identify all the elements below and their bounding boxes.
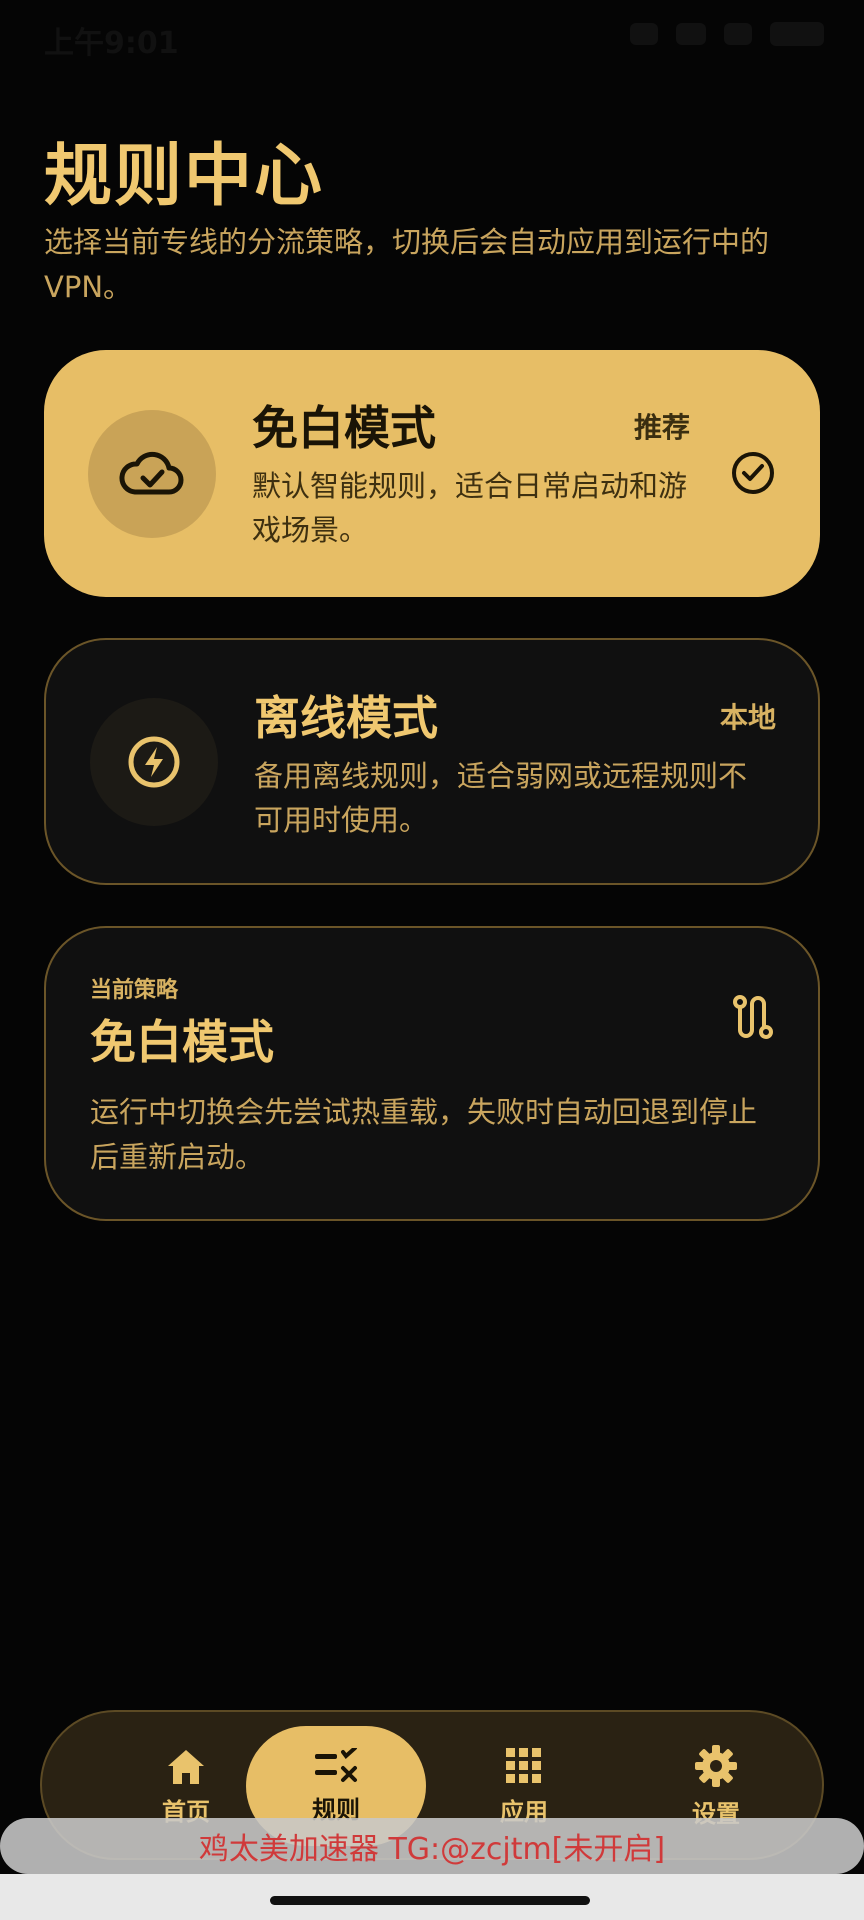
signal-icon	[676, 23, 706, 45]
mode-icon-circle	[90, 698, 218, 826]
floating-toast[interactable]: 鸡太美加速器 TG:@zcjtm[未开启]	[0, 1818, 864, 1874]
battery-icon	[770, 22, 824, 46]
route-icon	[733, 995, 773, 1039]
gesture-bar[interactable]	[270, 1896, 590, 1905]
status-icons	[630, 22, 824, 46]
page-title: 规则中心	[44, 137, 325, 216]
strategy-title: 免白模式	[90, 1015, 274, 1069]
home-icon	[168, 1749, 204, 1784]
wifi-icon	[724, 23, 752, 45]
mode-description: 默认智能规则，适合日常启动和游戏场景。	[252, 469, 688, 547]
page-subtitle: 选择当前专线的分流策略，切换后会自动应用到运行中的VPN。	[44, 225, 770, 304]
bolt-icon	[128, 736, 180, 788]
cloud-check-icon	[119, 451, 184, 495]
mode-description: 备用离线规则，适合弱网或远程规则不可用时使用。	[254, 759, 748, 837]
rules-icon	[315, 1747, 357, 1782]
gear-icon	[695, 1744, 737, 1787]
status-time: 上午9:01	[44, 26, 179, 61]
status-bar: 上午9:01	[0, 0, 864, 80]
mode-card-offline[interactable]: 离线模式 本地 备用离线规则，适合弱网或远程规则不可用时使用。	[44, 638, 820, 885]
mode-badge: 本地	[719, 701, 776, 734]
mode-title: 免白模式	[252, 401, 436, 455]
mode-badge: 推荐	[633, 411, 690, 444]
strategy-label: 当前策略	[90, 978, 179, 1003]
current-strategy-card: 当前策略 免白模式 运行中切换会先尝试热重载，失败时自动回退到停止后重新启动。	[44, 926, 820, 1221]
mode-card-free[interactable]: 免白模式 推荐 默认智能规则，适合日常启动和游戏场景。	[44, 350, 820, 597]
check-circle-icon	[732, 452, 774, 494]
mode-icon-circle	[88, 410, 216, 538]
strategy-description: 运行中切换会先尝试热重载，失败时自动回退到停止后重新启动。	[90, 1095, 758, 1174]
sim-icon	[630, 23, 658, 45]
apps-grid-icon	[506, 1747, 541, 1783]
mode-title: 离线模式	[254, 691, 438, 745]
